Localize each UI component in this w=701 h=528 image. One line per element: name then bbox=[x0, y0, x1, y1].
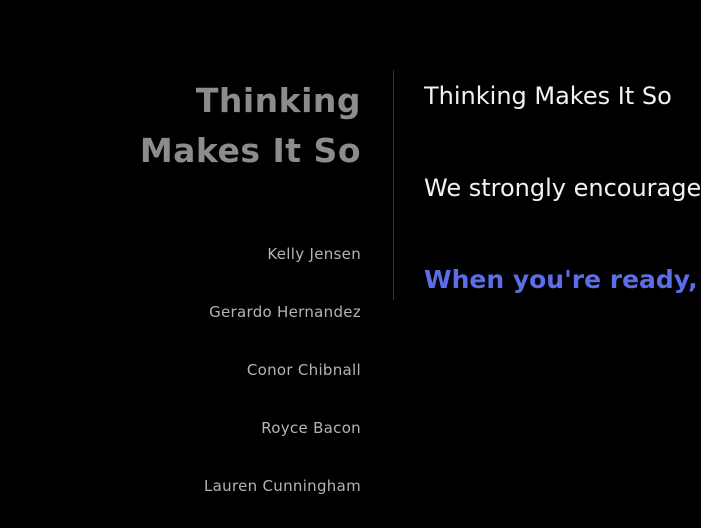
page-heading: Thinking Makes It So bbox=[424, 82, 672, 110]
sidebar-title-line-2: Makes It So bbox=[139, 131, 361, 170]
contributor-name: Kelly Jensen bbox=[267, 245, 361, 263]
sidebar-title: Thinking Makes It So bbox=[101, 76, 361, 176]
sidebar-title-line-1: Thinking bbox=[195, 81, 361, 120]
contributor-name: Gerardo Hernandez bbox=[209, 303, 361, 321]
contributor-list: Kelly Jensen Gerardo Hernandez Conor Chi… bbox=[101, 240, 361, 528]
contributor-name: Lauren Cunningham bbox=[204, 477, 361, 495]
contributor-name: Royce Bacon bbox=[261, 419, 361, 437]
main-content: Thinking Makes It So We strongly encoura… bbox=[424, 78, 701, 298]
ready-link[interactable]: When you're ready, you bbox=[424, 262, 701, 298]
vertical-divider bbox=[393, 70, 394, 300]
contributor-name: Conor Chibnall bbox=[246, 361, 361, 379]
intro-paragraph: We strongly encourage y bbox=[424, 174, 701, 202]
